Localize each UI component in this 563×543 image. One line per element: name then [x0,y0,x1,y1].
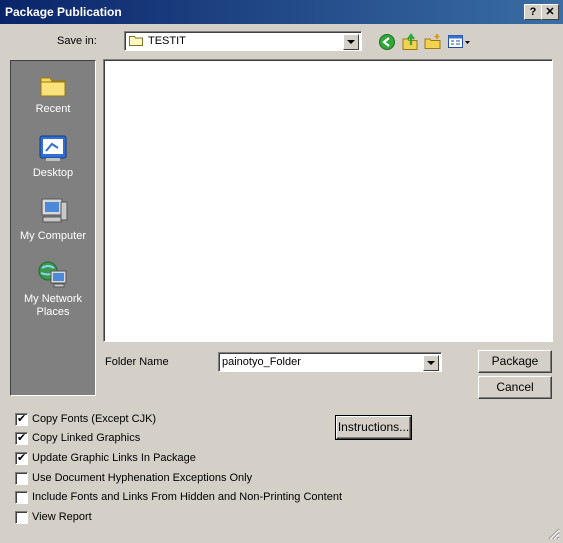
desktop-icon [37,133,69,165]
recent-icon [37,69,69,101]
place-label: My Computer [19,230,87,242]
package-button[interactable]: Package [478,350,552,373]
option-label: Copy Fonts (Except CJK) [32,413,157,425]
computer-icon [37,196,69,228]
up-folder-icon[interactable] [401,33,419,51]
checkbox[interactable] [15,431,28,445]
folder-name-value[interactable]: painotyo_Folder [222,356,301,368]
chevron-down-icon[interactable] [343,34,359,50]
place-my-network[interactable]: My Network Places [11,259,95,319]
view-menu-icon[interactable] [447,33,471,51]
folder-icon [129,35,143,46]
place-my-computer[interactable]: My Computer [11,196,95,242]
save-in-value: TESTIT [148,35,186,47]
option-label: Use Document Hyphenation Exceptions Only [32,472,253,484]
place-desktop[interactable]: Desktop [11,133,95,179]
folder-name-combobox[interactable]: painotyo_Folder [218,352,442,372]
places-bar: Recent Desktop My Computer My Network Pl… [10,60,96,396]
close-button[interactable]: ✕ [541,4,559,20]
option-label: Include Fonts and Links From Hidden and … [32,491,343,503]
resize-grip-icon[interactable] [546,526,560,540]
save-in-label: Save in: [57,35,97,47]
option-label: Update Graphic Links In Package [32,452,196,464]
checkbox[interactable] [15,451,28,465]
checkbox[interactable] [15,472,28,485]
window-title: Package Publication [5,5,122,19]
place-label: My Network Places [23,293,83,318]
back-icon[interactable] [378,33,396,51]
network-icon [37,259,69,291]
save-in-dropdown[interactable]: TESTIT [124,31,362,51]
checkbox[interactable] [15,511,28,524]
folder-name-label: Folder Name [105,356,169,368]
place-label: Desktop [32,167,74,179]
place-recent[interactable]: Recent [11,69,95,115]
chevron-down-icon[interactable] [423,355,439,371]
checkbox[interactable] [15,412,28,426]
option-label: View Report [32,511,92,523]
help-button[interactable]: ? [524,4,542,20]
title-bar: Package Publication ? ✕ [0,0,563,24]
instructions-button[interactable]: Instructions... [335,415,412,440]
file-list[interactable] [103,59,553,342]
cancel-button[interactable]: Cancel [478,376,552,399]
place-label: Recent [35,103,71,115]
new-folder-icon[interactable] [424,33,442,51]
checkbox[interactable] [15,491,28,504]
option-label: Copy Linked Graphics [32,432,141,444]
